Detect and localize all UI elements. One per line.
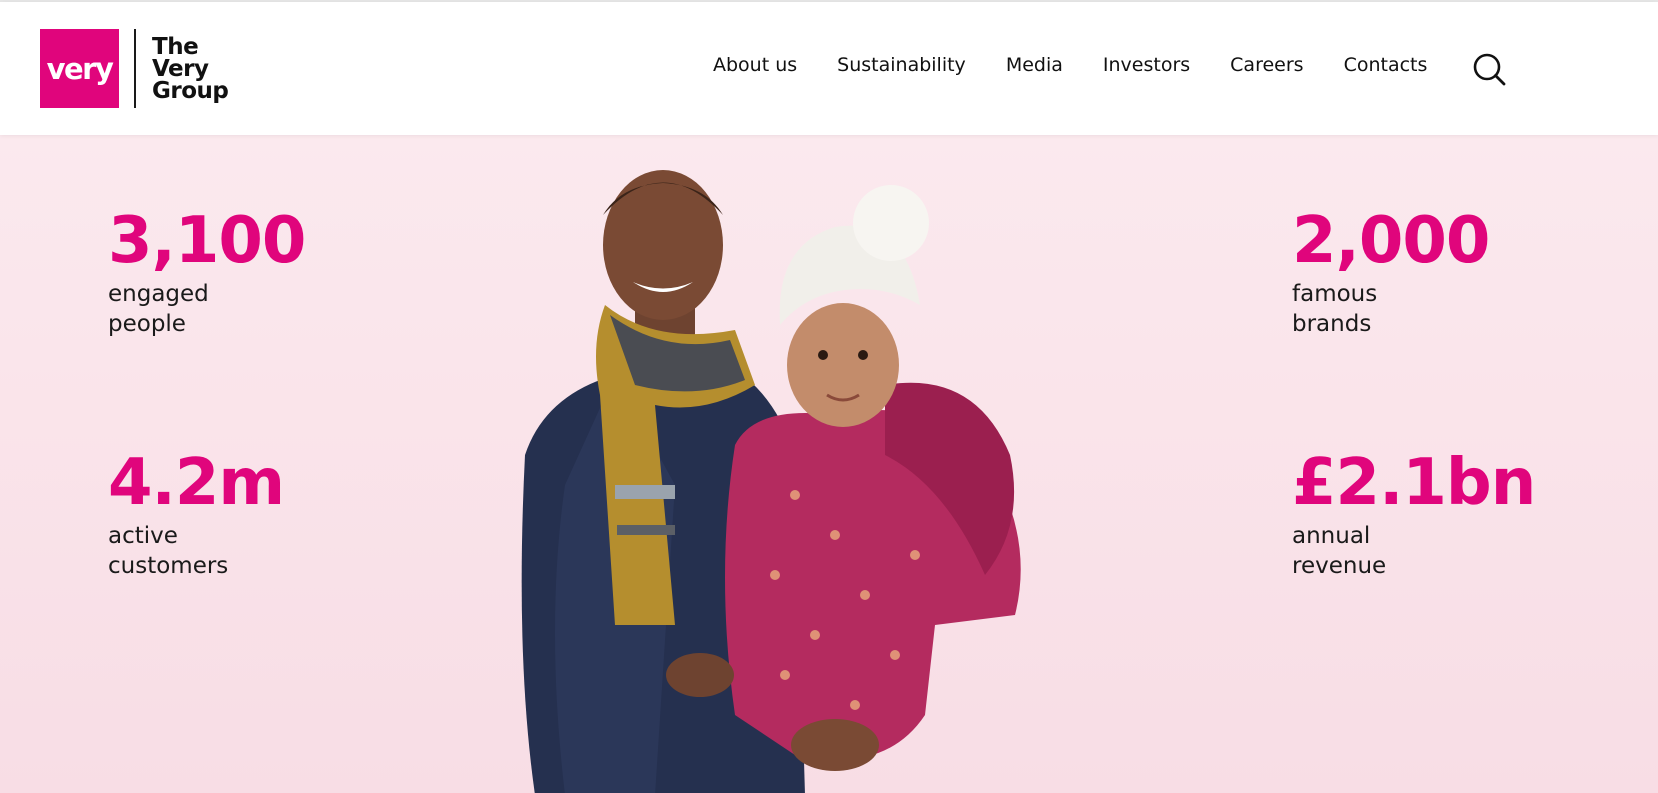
main-nav: About us Sustainability Media Investors … <box>713 54 1467 76</box>
stat-active-customers: 4.2m active customers <box>108 446 285 581</box>
stat-label-line: revenue <box>1292 553 1387 579</box>
nav-item-sustainability[interactable]: Sustainability <box>837 54 966 76</box>
stat-famous-brands: 2,000 famous brands <box>1292 204 1490 339</box>
nav-item-investors[interactable]: Investors <box>1103 54 1190 76</box>
brand-logo-link[interactable]: very The Very Group <box>40 29 229 108</box>
wordmark-line: Very <box>152 55 209 82</box>
stat-value: 3,100 <box>108 204 306 278</box>
stat-label: engaged people <box>108 279 305 339</box>
wordmark-line: The <box>152 33 199 60</box>
stat-value: £2.1bn <box>1292 446 1536 520</box>
stat-label-line: engaged <box>108 281 209 307</box>
nav-item-media[interactable]: Media <box>1006 54 1063 76</box>
nav-item-contacts[interactable]: Contacts <box>1344 54 1428 76</box>
hero-photo-father-and-child <box>521 170 1021 793</box>
stat-value: 2,000 <box>1292 204 1490 278</box>
stat-label-line: active <box>108 523 178 549</box>
stat-label: famous brands <box>1292 279 1489 339</box>
stat-label-line: customers <box>108 553 229 579</box>
stat-label: annual revenue <box>1292 521 1535 581</box>
stat-label-line: people <box>108 311 186 337</box>
search-icon <box>1473 53 1506 86</box>
logo-divider <box>134 29 136 108</box>
nav-item-about-us[interactable]: About us <box>713 54 797 76</box>
very-logo-mark: very <box>40 29 119 108</box>
hero-section: 3,100 engaged people 4.2m active custome… <box>0 135 1658 793</box>
search-button[interactable] <box>1472 52 1508 88</box>
stat-annual-revenue: £2.1bn annual revenue <box>1292 446 1536 581</box>
wordmark-line: Group <box>152 77 229 104</box>
stat-engaged-people: 3,100 engaged people <box>108 204 306 339</box>
logo-mark-text: very <box>46 51 114 86</box>
stat-label: active customers <box>108 521 284 581</box>
stat-label-line: famous <box>1292 281 1378 307</box>
nav-item-careers[interactable]: Careers <box>1230 54 1303 76</box>
stat-label-line: annual <box>1292 523 1371 549</box>
stat-value: 4.2m <box>108 446 285 520</box>
group-wordmark: The Very Group <box>152 33 229 104</box>
site-header: very The Very Group About us Sustainabil… <box>0 2 1658 135</box>
stat-label-line: brands <box>1292 311 1372 337</box>
